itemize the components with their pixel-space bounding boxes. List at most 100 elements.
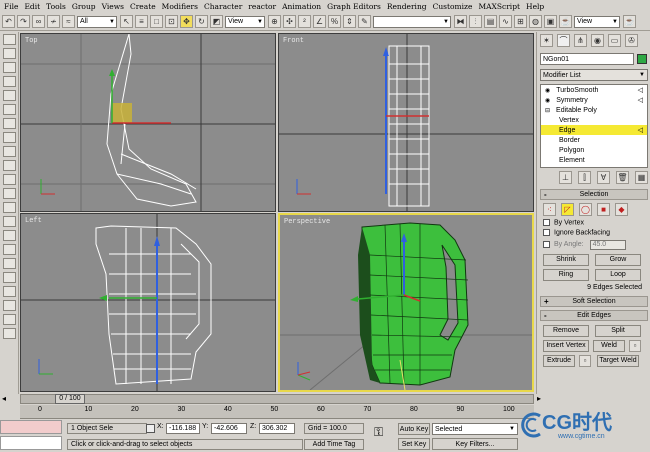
schematic-view-icon[interactable]: ⊞ <box>514 15 527 28</box>
show-end-result-icon[interactable]: ⫿ <box>578 171 591 184</box>
tab-tool-icon[interactable] <box>3 300 16 311</box>
menu-item-reactor[interactable]: reactor <box>248 2 276 11</box>
align-icon[interactable]: ⫶ <box>469 15 482 28</box>
viewport-label-front[interactable]: Front <box>283 37 304 45</box>
time-slider-thumb[interactable]: 0 / 100 <box>55 394 85 404</box>
ring-button[interactable]: Ring <box>543 268 589 281</box>
key-icon[interactable]: ⚿ <box>374 425 383 440</box>
key-selection-dropdown[interactable]: Selected ▼ <box>432 423 518 435</box>
viewport-label-perspective[interactable]: Perspective <box>284 218 330 226</box>
pivot-center-icon[interactable]: ⊕ <box>268 15 281 28</box>
menu-item-customize[interactable]: Customize <box>433 2 473 11</box>
tab-tool-icon[interactable] <box>3 118 16 129</box>
stack-item-element[interactable]: Element <box>541 155 647 165</box>
tab-tool-icon[interactable] <box>3 62 16 73</box>
split-button[interactable]: Split <box>595 324 641 337</box>
tab-tool-icon[interactable] <box>3 160 16 171</box>
track-bar[interactable]: 0 10 20 30 40 50 60 70 80 90 100 <box>20 405 534 419</box>
tab-tool-icon[interactable] <box>3 90 16 101</box>
modifier-list-dropdown[interactable]: Modifier List ▼ <box>540 69 648 81</box>
by-vertex-row[interactable]: By Vertex <box>543 219 650 226</box>
tab-tool-icon[interactable] <box>3 202 16 213</box>
angle-snap-icon[interactable]: ∠ <box>313 15 326 28</box>
tab-tool-icon[interactable] <box>3 34 16 45</box>
select-move-icon[interactable]: ✥ <box>180 15 193 28</box>
modifier-stack[interactable]: ◉ TurboSmooth ◁ ◉ Symmetry ◁ ⊟ Editable Poly… <box>540 84 648 168</box>
window-crossing-icon[interactable]: ⊡ <box>165 15 178 28</box>
extrude-button[interactable]: Extrude <box>543 354 575 367</box>
menu-item-animation[interactable]: Animation <box>282 2 321 11</box>
tab-tool-icon[interactable] <box>3 286 16 297</box>
target-weld-button[interactable]: Target Weld <box>597 354 639 367</box>
unlink-icon[interactable]: ≁ <box>47 15 60 28</box>
tab-tool-icon[interactable] <box>3 258 16 269</box>
time-slider[interactable]: 0 / 100 <box>20 394 534 404</box>
extrude-settings-icon[interactable]: ▫ <box>579 354 591 367</box>
spinner-snap-icon[interactable]: ⇕ <box>343 15 356 28</box>
selection-filter-dropdown[interactable]: All ▼ <box>77 15 117 28</box>
menu-item-modifiers[interactable]: Modifiers <box>162 2 198 11</box>
render-last-icon[interactable]: ☕ <box>623 15 636 28</box>
named-selection-icon[interactable]: ✎ <box>358 15 371 28</box>
remove-modifier-icon[interactable]: 🗑 <box>616 171 629 184</box>
stack-item-symmetry[interactable]: ◉ Symmetry ◁ <box>541 95 647 105</box>
viewport-label-left[interactable]: Left <box>25 217 42 225</box>
viewport-front[interactable]: Front <box>278 33 534 212</box>
remove-button[interactable]: Remove <box>543 324 589 337</box>
pin-stack-icon[interactable]: ⊥ <box>559 171 572 184</box>
key-filters-button[interactable]: Key Filters... <box>432 438 518 450</box>
weld-settings-icon[interactable]: ▫ <box>629 339 641 352</box>
ignore-backfacing-row[interactable]: Ignore Backfacing <box>543 229 650 237</box>
tab-tool-icon[interactable] <box>3 216 16 227</box>
ignore-backfacing-checkbox[interactable] <box>543 229 550 237</box>
mirror-icon[interactable]: ⧓ <box>454 15 467 28</box>
maxscript-listener[interactable] <box>0 420 62 434</box>
selection-lock-icon[interactable] <box>146 424 155 433</box>
tab-tool-icon[interactable] <box>3 328 16 339</box>
object-name-field[interactable]: NGon01 <box>540 53 634 65</box>
menu-item-character[interactable]: Character <box>204 2 242 11</box>
viewport-perspective[interactable]: Perspective <box>278 213 534 392</box>
reference-coord-dropdown[interactable]: View ▼ <box>225 15 265 28</box>
polygon-mode-icon[interactable]: ■ <box>597 203 610 216</box>
utilities-tab-icon[interactable]: ✇ <box>625 34 638 47</box>
select-object-icon[interactable]: ↖ <box>120 15 133 28</box>
menu-item-group[interactable]: Group <box>72 2 96 11</box>
link-icon[interactable]: ∞ <box>32 15 45 28</box>
stack-item-turbosmooth[interactable]: ◉ TurboSmooth ◁ <box>541 85 647 95</box>
hierarchy-tab-icon[interactable]: ⋔ <box>574 34 587 47</box>
viewport-label-top[interactable]: Top <box>25 37 38 45</box>
edge-mode-icon[interactable]: ◸ <box>561 203 574 216</box>
menu-item-rendering[interactable]: Rendering <box>387 2 427 11</box>
tab-tool-icon[interactable] <box>3 76 16 87</box>
tab-tool-icon[interactable] <box>3 188 16 199</box>
element-mode-icon[interactable]: ◆ <box>615 203 628 216</box>
tab-tool-icon[interactable] <box>3 48 16 59</box>
shrink-button[interactable]: Shrink <box>543 253 589 266</box>
loop-button[interactable]: Loop <box>595 268 641 281</box>
menu-item-edit[interactable]: Edit <box>24 2 40 11</box>
by-angle-checkbox[interactable] <box>543 241 550 249</box>
edit-edges-rollout-header[interactable]: - Edit Edges <box>540 309 648 321</box>
display-tab-icon[interactable]: ▭ <box>608 34 621 47</box>
tab-tool-icon[interactable] <box>3 272 16 283</box>
material-editor-icon[interactable]: ◍ <box>529 15 542 28</box>
rect-region-icon[interactable]: □ <box>150 15 163 28</box>
menu-item-help[interactable]: Help <box>526 2 544 11</box>
tab-tool-icon[interactable] <box>3 230 16 241</box>
viewport-left[interactable]: Left <box>20 213 276 392</box>
grow-button[interactable]: Grow <box>595 253 641 266</box>
stack-item-editable-poly[interactable]: ⊟ Editable Poly <box>541 105 647 115</box>
tab-tool-icon[interactable] <box>3 104 16 115</box>
modify-tab-icon[interactable]: ⌒ <box>557 34 570 47</box>
menu-item-graph-editors[interactable]: Graph Editors <box>327 2 381 11</box>
add-time-tag-button[interactable]: Add Time Tag <box>304 439 364 450</box>
selection-rollout-header[interactable]: - Selection <box>540 189 648 200</box>
tab-tool-icon[interactable] <box>3 132 16 143</box>
select-scale-icon[interactable]: ◩ <box>210 15 223 28</box>
stack-item-vertex[interactable]: Vertex <box>541 115 647 125</box>
soft-selection-rollout-header[interactable]: + Soft Selection <box>540 295 648 307</box>
by-angle-spinner[interactable]: 45.0 <box>589 239 626 250</box>
border-mode-icon[interactable]: ◯ <box>579 203 592 216</box>
bind-space-warp-icon[interactable]: ≈ <box>62 15 75 28</box>
